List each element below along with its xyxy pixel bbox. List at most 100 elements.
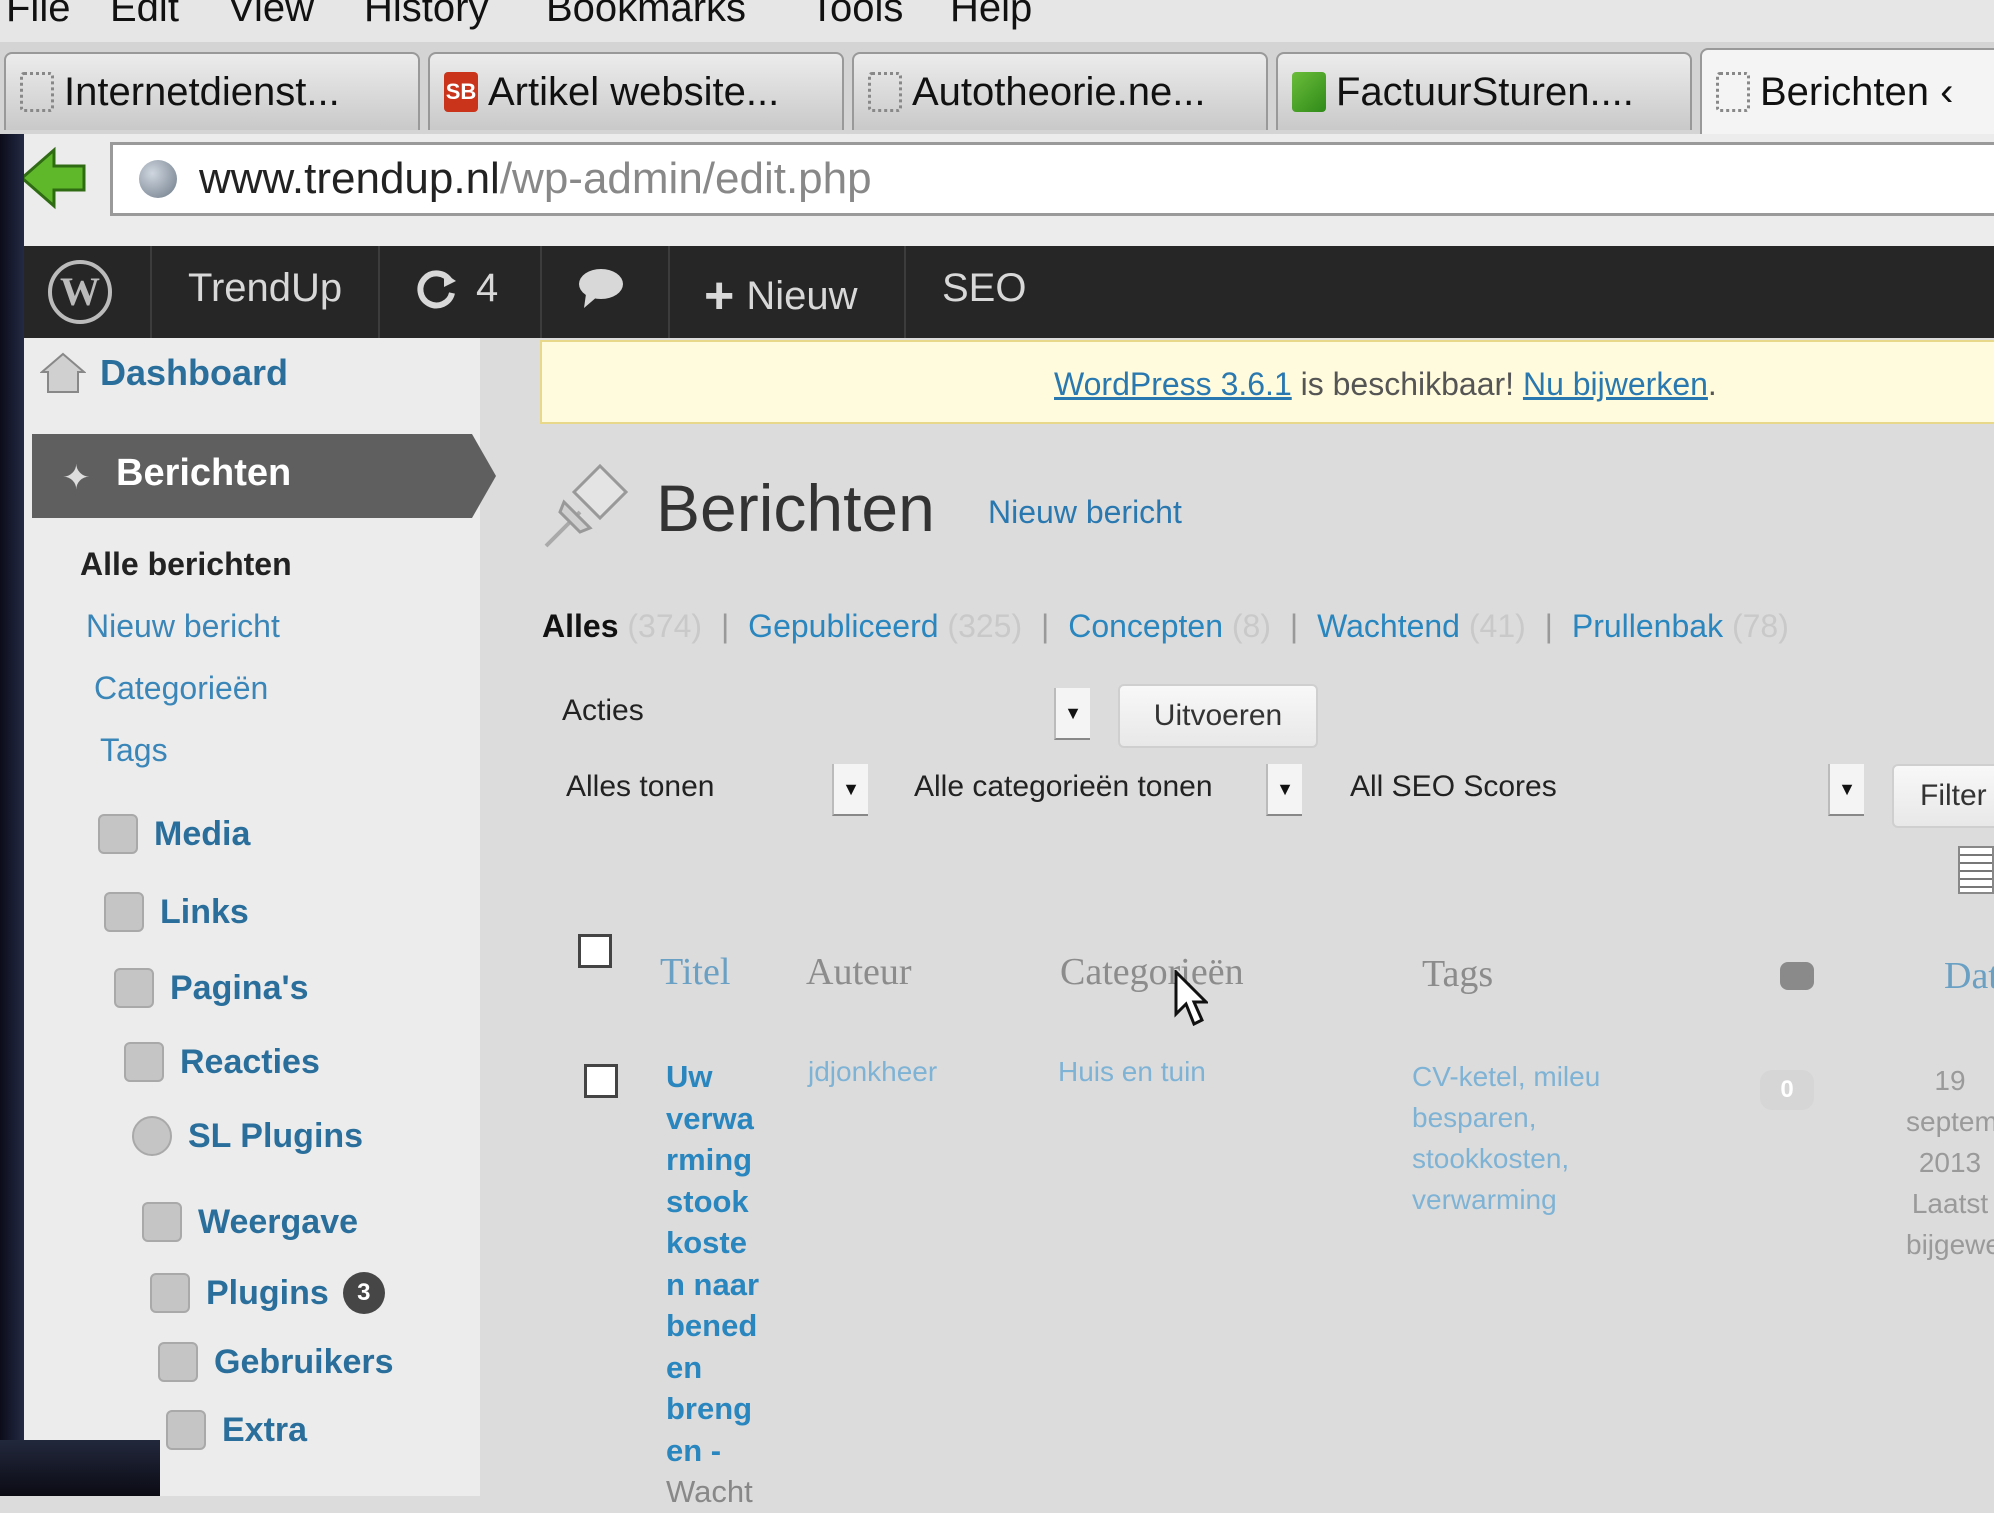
view-drafts-count: (8) bbox=[1231, 608, 1271, 644]
view-published-count: (325) bbox=[947, 608, 1023, 644]
sidebar-item-label: Dashboard bbox=[100, 352, 289, 393]
page-title: Berichten bbox=[656, 471, 935, 545]
submenu-categories[interactable]: Categorieën bbox=[94, 670, 268, 707]
tab-artikel-website[interactable]: SB Artikel website... bbox=[428, 52, 844, 130]
menu-edit[interactable]: Edit bbox=[110, 0, 179, 31]
update-notice-text: WordPress 3.6.1 is beschikbaar! Nu bijwe… bbox=[1054, 366, 1717, 403]
sidebar-item-links[interactable]: Links bbox=[104, 892, 249, 932]
view-trash-count: (78) bbox=[1731, 608, 1789, 644]
notice-end: . bbox=[1707, 366, 1717, 402]
wordpress-version-link[interactable]: WordPress 3.6.1 bbox=[1054, 366, 1292, 402]
bulk-actions-value: Acties bbox=[562, 694, 644, 727]
post-title-link[interactable]: Uw verwa rming stook koste n naar bened … bbox=[666, 1056, 776, 1513]
post-title-line: en bbox=[666, 1349, 703, 1385]
tag-link[interactable]: besparen, bbox=[1412, 1097, 1600, 1138]
menu-file[interactable]: File bbox=[6, 0, 70, 31]
plus-icon: + bbox=[704, 267, 735, 325]
menu-view[interactable]: View bbox=[228, 0, 314, 31]
sidebar-item-plugins[interactable]: Plugins 3 bbox=[150, 1272, 385, 1314]
post-category-link[interactable]: Huis en tuin bbox=[1058, 1056, 1206, 1088]
menu-history[interactable]: History bbox=[364, 0, 488, 31]
site-favicon-icon: SB bbox=[444, 72, 478, 112]
view-pending[interactable]: Wachtend bbox=[1317, 608, 1460, 644]
sidebar-item-paginas[interactable]: Pagina's bbox=[114, 968, 308, 1008]
view-trash[interactable]: Prullenbak bbox=[1572, 608, 1723, 644]
url-bar[interactable]: www.trendup.nl/wp-admin/edit.php bbox=[110, 142, 1994, 216]
sidebar-item-sl-plugins[interactable]: SL Plugins bbox=[132, 1116, 363, 1156]
sidebar-item-label: Plugins bbox=[206, 1273, 329, 1312]
filter-button[interactable]: Filter bbox=[1892, 764, 1994, 828]
dropdown-arrow-icon: ▼ bbox=[832, 764, 868, 816]
seo-filter-value: All SEO Scores bbox=[1350, 770, 1557, 803]
comments-column-icon[interactable] bbox=[1780, 962, 1814, 990]
new-content-menu[interactable]: + Nieuw bbox=[704, 266, 858, 326]
tag-link[interactable]: CV-ketel, mileu bbox=[1412, 1056, 1600, 1097]
update-now-link[interactable]: Nu bijwerken bbox=[1523, 366, 1708, 402]
tab-berichten[interactable]: Berichten ‹ bbox=[1700, 48, 1994, 134]
view-published[interactable]: Gepubliceerd bbox=[748, 608, 938, 644]
date-filter-select[interactable]: Alles tonen ▼ bbox=[566, 758, 868, 816]
site-name-link[interactable]: TrendUp bbox=[188, 266, 342, 311]
submenu-tags[interactable]: Tags bbox=[100, 732, 168, 769]
tab-label: Berichten ‹ bbox=[1760, 69, 1954, 114]
list-view-icon[interactable] bbox=[1958, 846, 1994, 894]
column-date-header[interactable]: Datum bbox=[1944, 954, 1994, 998]
monitor-bezel bbox=[0, 1440, 160, 1496]
comments-icon bbox=[124, 1042, 164, 1082]
post-state: Wacht bbox=[666, 1474, 753, 1509]
date-line: 2013 bbox=[1918, 1147, 1982, 1178]
sidebar-item-reacties[interactable]: Reacties bbox=[124, 1042, 320, 1082]
seo-score-filter-select[interactable]: All SEO Scores ▼ bbox=[1350, 758, 1864, 816]
comments-link[interactable] bbox=[576, 266, 626, 310]
view-all-count: (374) bbox=[627, 608, 703, 644]
dropdown-arrow-icon: ▼ bbox=[1054, 688, 1090, 740]
mouse-pointer-icon bbox=[1174, 970, 1208, 1026]
tab-internetdienst[interactable]: Internetdienst... bbox=[4, 52, 420, 130]
post-title-line: breng bbox=[666, 1391, 753, 1426]
bulk-actions-select[interactable]: Acties ▼ bbox=[562, 682, 1090, 740]
back-arrow-icon[interactable] bbox=[20, 146, 86, 210]
tag-link[interactable]: stookkosten, bbox=[1412, 1138, 1600, 1179]
add-new-post-button[interactable]: Nieuw bericht bbox=[988, 494, 1182, 531]
menu-bar: File Edit View History Bookmarks Tools H… bbox=[0, 0, 1994, 42]
tab-label: Internetdienst... bbox=[64, 69, 340, 114]
users-icon bbox=[158, 1342, 198, 1382]
submenu-all-posts[interactable]: Alle berichten bbox=[80, 546, 292, 583]
updates-link[interactable]: 4 bbox=[414, 266, 498, 311]
sidebar-item-media[interactable]: Media bbox=[98, 814, 250, 854]
menu-bookmarks[interactable]: Bookmarks bbox=[546, 0, 746, 31]
sidebar-item-label: Gebruikers bbox=[214, 1342, 394, 1381]
column-title-header[interactable]: Titel bbox=[660, 950, 730, 994]
sidebar-item-weergave[interactable]: Weergave bbox=[142, 1202, 358, 1242]
sidebar-item-label: Pagina's bbox=[170, 968, 309, 1007]
sidebar-item-label: Extra bbox=[222, 1410, 308, 1449]
menu-help[interactable]: Help bbox=[950, 0, 1032, 31]
submenu-new-post[interactable]: Nieuw bericht bbox=[86, 608, 280, 645]
appearance-icon bbox=[142, 1202, 182, 1242]
tools-icon bbox=[166, 1410, 206, 1450]
view-all[interactable]: Alles bbox=[542, 608, 618, 644]
apply-bulk-button[interactable]: Uitvoeren bbox=[1118, 684, 1318, 748]
seo-menu[interactable]: SEO bbox=[942, 266, 1026, 311]
select-all-checkbox[interactable] bbox=[578, 934, 612, 968]
tab-autotheorie[interactable]: Autotheorie.ne... bbox=[852, 52, 1268, 130]
tag-link[interactable]: verwarming bbox=[1412, 1179, 1600, 1220]
post-author-link[interactable]: jdjonkheer bbox=[808, 1056, 937, 1088]
sidebar-item-dashboard[interactable]: Dashboard bbox=[40, 352, 288, 394]
menu-tools[interactable]: Tools bbox=[810, 0, 903, 31]
sidebar-item-berichten[interactable]: ✦ Berichten bbox=[32, 434, 496, 518]
wordpress-logo-icon[interactable]: W bbox=[48, 260, 112, 324]
links-icon bbox=[104, 892, 144, 932]
sidebar-item-gebruikers[interactable]: Gebruikers bbox=[158, 1342, 394, 1382]
row-checkbox[interactable] bbox=[584, 1064, 618, 1098]
comment-count-bubble[interactable]: 0 bbox=[1760, 1070, 1814, 1110]
category-filter-select[interactable]: Alle categorieën tonen ▼ bbox=[914, 758, 1302, 816]
pages-icon bbox=[114, 968, 154, 1008]
sidebar-item-extra[interactable]: Extra bbox=[166, 1410, 307, 1450]
post-title-line: en - bbox=[666, 1432, 722, 1468]
tab-factuursturen[interactable]: FactuurSturen.... bbox=[1276, 52, 1692, 130]
post-status-filter: Alles (374) | Gepubliceerd (325) | Conce… bbox=[542, 608, 1789, 644]
post-title-line: rming bbox=[666, 1142, 753, 1177]
view-drafts[interactable]: Concepten bbox=[1068, 608, 1223, 644]
post-title-line: koste bbox=[666, 1225, 747, 1260]
